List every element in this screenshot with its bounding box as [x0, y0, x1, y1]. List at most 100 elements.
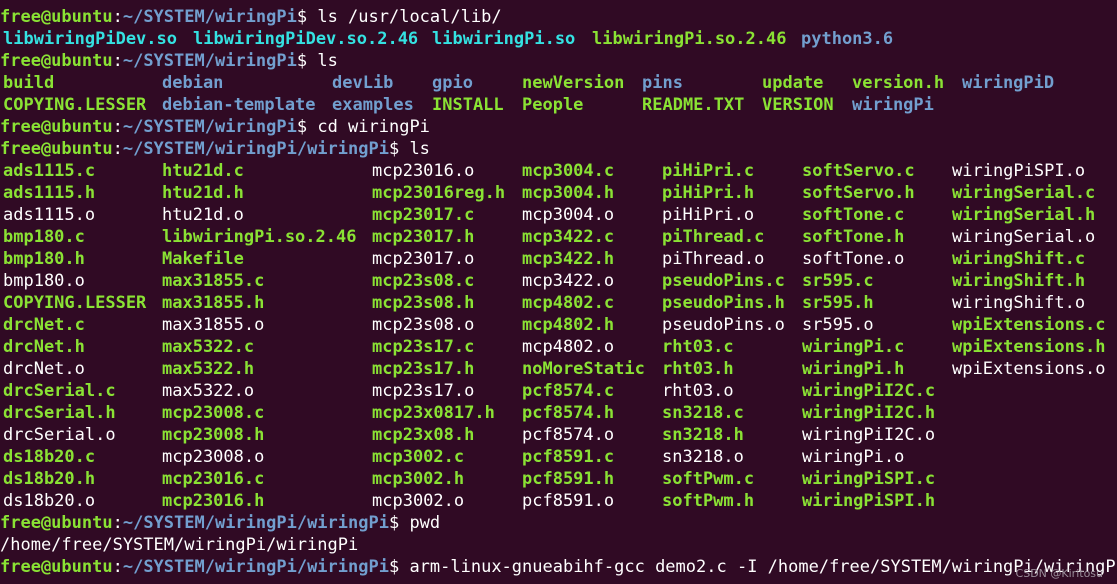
file-entry: Makefile — [162, 249, 244, 269]
file-entry: wiringPiI2C.c — [802, 381, 936, 401]
prompt-line: free@ubuntu:~/SYSTEM/wiringPi$ ls — [0, 50, 1117, 72]
command-text: ls — [317, 51, 338, 71]
file-entry: mcp3004.o — [522, 205, 615, 225]
file-entry: mcp3422.h — [522, 249, 615, 269]
file-entry: wiringPiD — [962, 73, 1055, 93]
listing-row: ds18b20.c mcp23008.o mcp3002.c pcf8591.c sn3… — [0, 446, 1117, 468]
prompt-line: free@ubuntu:~/SYSTEM/wiringPi/wiringPi$ … — [0, 512, 1117, 534]
prompt-symbol: $ — [296, 7, 318, 27]
file-entry: newVersion — [522, 73, 625, 93]
command-input[interactable]: arm-linux-gnueabihf-gcc demo2.c -I /home… — [409, 557, 1117, 577]
file-entry: sr595.h — [802, 293, 874, 313]
prompt-user-host: free@ubuntu — [0, 139, 113, 159]
file-entry: mcp3004.h — [522, 183, 615, 203]
file-entry: wiringSerial.c — [952, 183, 1096, 203]
file-entry: max31855.c — [162, 271, 265, 291]
file-entry: wiringPi.h — [802, 359, 905, 379]
file-entry: version.h — [852, 73, 945, 93]
command-text: ls /usr/local/lib/ — [317, 7, 502, 27]
file-entry: rht03.c — [662, 337, 734, 357]
file-entry: mcp4802.h — [522, 315, 615, 335]
file-entry: drcNet.h — [3, 337, 85, 357]
file-entry: bmp180.h — [3, 249, 85, 269]
file-entry: rht03.o — [662, 381, 734, 401]
file-entry: VERSION — [762, 95, 834, 115]
file-entry: max5322.c — [162, 337, 255, 357]
file-entry: pcf8574.o — [522, 425, 615, 445]
file-entry: piHiPri.o — [662, 205, 755, 225]
file-entry: wiringPiI2C.h — [802, 403, 936, 423]
listing-row: drcNet.o max5322.h mcp23s17.h noMoreStatic r… — [0, 358, 1117, 380]
prompt-line[interactable]: free@ubuntu:~/SYSTEM/wiringPi/wiringPi$ … — [0, 556, 1117, 578]
file-entry: mcp23017.c — [372, 205, 475, 225]
output-line: build debian devLib gpio newVersion pins updat… — [0, 72, 1117, 94]
file-entry: mcp23008.c — [162, 403, 265, 423]
prompt-path: ~/SYSTEM/wiringPi/wiringPi — [122, 557, 389, 577]
file-entry: sn3218.o — [662, 447, 744, 467]
prompt-separator: : — [112, 557, 123, 577]
file-entry: ads1115.c — [3, 161, 96, 181]
file-entry: wiringShift.h — [952, 271, 1086, 291]
file-entry: pseudoPins.h — [662, 293, 785, 313]
file-entry: wiringPi — [852, 95, 934, 115]
prompt-separator: : — [112, 513, 123, 533]
watermark: CSDN @Kiritosu — [1015, 567, 1103, 580]
file-entry: libwiringPiDev.so — [3, 29, 177, 49]
file-entry: mcp23008.h — [162, 425, 265, 445]
ls-listing: ads1115.c htu21d.c mcp23016.o mcp3004.c piHi… — [0, 160, 1117, 512]
file-entry: drcSerial.h — [3, 403, 116, 423]
file-entry: wiringPiSPI.c — [802, 469, 936, 489]
file-entry: drcNet.o — [3, 359, 85, 379]
file-entry: examples — [332, 95, 414, 115]
file-entry: libwiringPi.so.2.46 — [162, 227, 357, 247]
file-entry: softPwm.h — [662, 491, 755, 511]
listing-row: drcSerial.c max5322.o mcp23s17.o pcf8574.c r… — [0, 380, 1117, 402]
prompt-path: ~/SYSTEM/wiringPi/wiringPi — [122, 513, 389, 533]
file-entry: drcSerial.c — [3, 381, 116, 401]
file-entry: piHiPri.c — [662, 161, 755, 181]
file-entry: libwiringPiDev.so.2.46 — [193, 29, 419, 49]
file-entry: mcp4802.o — [522, 337, 615, 357]
prompt-line: free@ubuntu:~/SYSTEM/wiringPi/wiringPi$ … — [0, 138, 1117, 160]
prompt-separator: : — [112, 117, 123, 137]
listing-row: bmp180.h Makefile mcp23017.o mcp3422.h piThr… — [0, 248, 1117, 270]
file-entry: wiringShift.o — [952, 293, 1086, 313]
command-text: cd wiringPi — [317, 117, 430, 137]
file-entry: rht03.h — [662, 359, 734, 379]
prompt-user-host: free@ubuntu — [0, 557, 113, 577]
prompt-symbol: $ — [296, 51, 318, 71]
file-entry: drcSerial.o — [3, 425, 116, 445]
file-entry: mcp23x08.h — [372, 425, 475, 445]
file-entry: pcf8591.c — [522, 447, 615, 467]
listing-row: ds18b20.o mcp23016.h mcp3002.o pcf8591.o sof… — [0, 490, 1117, 512]
file-entry: mcp23s08.c — [372, 271, 475, 291]
file-entry: htu21d.o — [162, 205, 244, 225]
file-entry: softTone.c — [802, 205, 905, 225]
file-entry: ads1115.h — [3, 183, 96, 203]
file-entry: README.TXT — [642, 95, 745, 115]
file-entry: mcp23017.o — [372, 249, 475, 269]
file-entry: sn3218.c — [662, 403, 744, 423]
file-entry: python3.6 — [801, 29, 894, 49]
terminal-window[interactable]: free@ubuntu:~/SYSTEM/wiringPi$ ls /usr/l… — [0, 0, 1117, 584]
file-entry: mcp23016reg.h — [372, 183, 506, 203]
file-entry: max5322.o — [162, 381, 255, 401]
file-entry: max31855.h — [162, 293, 265, 313]
file-entry: pcf8591.h — [522, 469, 615, 489]
output-line: /home/free/SYSTEM/wiringPi/wiringPi — [0, 534, 1117, 556]
prompt-path: ~/SYSTEM/wiringPi — [122, 117, 297, 137]
prompt-path: ~/SYSTEM/wiringPi — [122, 7, 297, 27]
file-entry: mcp23016.c — [162, 469, 265, 489]
prompt-line: free@ubuntu:~/SYSTEM/wiringPi$ ls /usr/l… — [0, 6, 1117, 28]
file-entry: wiringPiSPI.o — [952, 161, 1086, 181]
listing-row: ads1115.o htu21d.o mcp23017.c mcp3004.o piHi… — [0, 204, 1117, 226]
command-text: pwd — [409, 513, 441, 533]
output-line: COPYING.LESSER debian-template examples INS… — [0, 94, 1117, 116]
file-entry: debian-template — [162, 95, 316, 115]
file-entry: mcp3002.o — [372, 491, 465, 511]
file-entry: People — [522, 95, 584, 115]
file-entry: wiringPiSPI.h — [802, 491, 936, 511]
file-entry: wiringPi.o — [802, 447, 905, 467]
file-entry: htu21d.h — [162, 183, 244, 203]
file-entry: wpiExtensions.o — [952, 359, 1106, 379]
